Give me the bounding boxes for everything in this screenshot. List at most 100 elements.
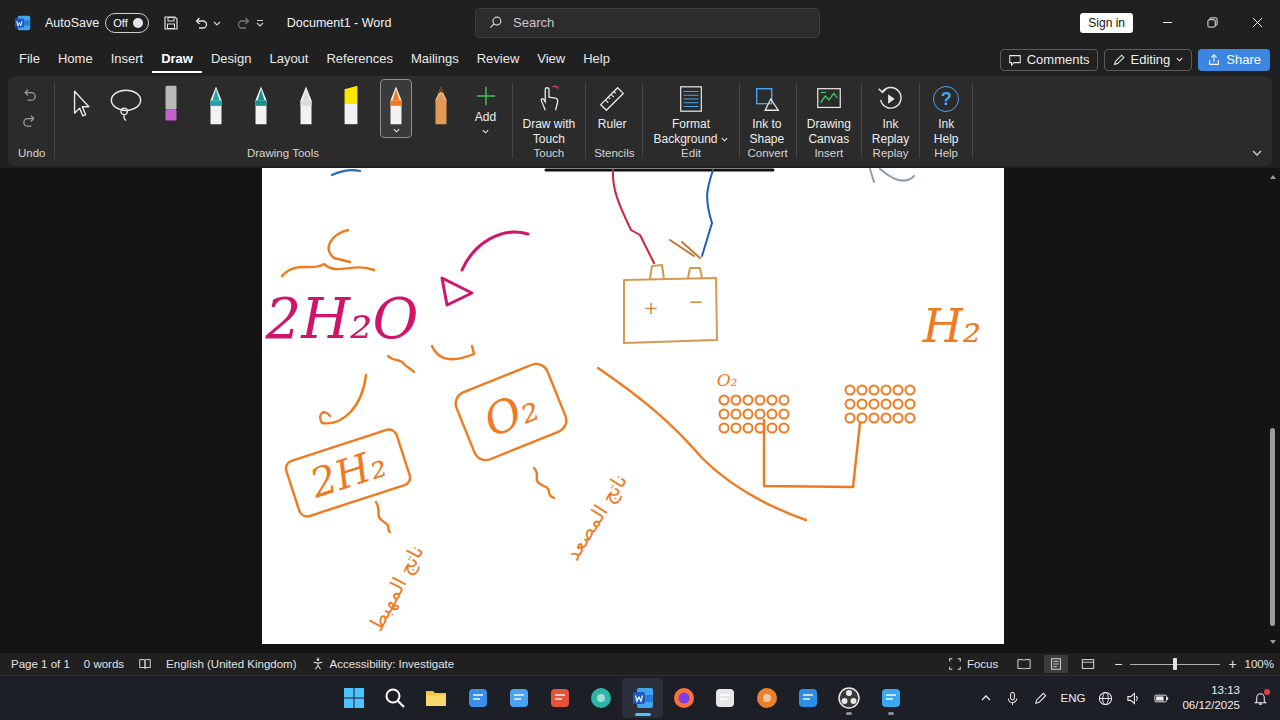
ink-stroke[interactable] <box>534 468 554 498</box>
search-field[interactable]: Search <box>475 8 820 38</box>
ribbon-tab[interactable]: Layout <box>260 47 317 73</box>
input-language[interactable]: ENG <box>1061 692 1086 704</box>
minimize-button[interactable] <box>1145 0 1190 45</box>
editing-mode-button[interactable]: Editing <box>1104 49 1193 71</box>
bubble-stroke[interactable] <box>881 400 890 409</box>
bubble-stroke[interactable] <box>857 386 866 395</box>
battery-stroke[interactable] <box>624 265 717 343</box>
drawing-tool[interactable] <box>239 79 284 143</box>
vertical-scrollbar[interactable] <box>1265 168 1280 653</box>
word-count[interactable]: 0 words <box>84 658 124 670</box>
bubble-stroke[interactable] <box>869 414 878 423</box>
h2-box-stroke[interactable] <box>283 427 411 518</box>
blue-wire-stroke[interactable] <box>702 170 713 256</box>
bubble-stroke[interactable] <box>857 400 866 409</box>
taskbar-app[interactable] <box>333 678 374 718</box>
language[interactable]: English (United Kingdom) <box>166 658 296 670</box>
speaker-icon[interactable] <box>1126 691 1141 706</box>
bubble-stroke[interactable] <box>881 386 890 395</box>
ink-stroke[interactable] <box>670 240 700 258</box>
ink-label[interactable]: O₂ <box>716 370 737 390</box>
arrow-stroke[interactable] <box>462 232 528 270</box>
zoom-slider[interactable] <box>1130 657 1220 671</box>
bubble-stroke[interactable] <box>905 386 914 395</box>
add-pen-button[interactable]: Add <box>464 79 508 136</box>
bubble-stroke[interactable] <box>767 410 776 419</box>
bubble-stroke[interactable] <box>719 396 728 405</box>
ink-label[interactable]: ناتج المصعد <box>560 469 632 564</box>
arrowhead-stroke[interactable] <box>442 278 472 305</box>
bubble-stroke[interactable] <box>755 410 764 419</box>
bubble-stroke[interactable] <box>731 410 740 419</box>
autosave-toggle[interactable]: Off <box>105 13 148 33</box>
bubble-stroke[interactable] <box>779 396 788 405</box>
ribbon-button[interactable]: Ruler <box>590 79 634 132</box>
ribbon-tab[interactable]: Insert <box>102 47 153 73</box>
zoom-out-button[interactable]: − <box>1114 656 1122 672</box>
bubble-stroke[interactable] <box>719 410 728 419</box>
taskbar-app[interactable] <box>705 678 746 718</box>
redo-button[interactable] <box>18 109 40 131</box>
taskbar-app[interactable] <box>416 678 457 718</box>
bubble-stroke[interactable] <box>767 424 776 433</box>
electrode-stroke[interactable] <box>764 420 860 487</box>
ribbon-tab[interactable]: Review <box>468 47 529 73</box>
o2-box-stroke[interactable] <box>452 360 570 463</box>
beaker-stroke[interactable] <box>598 368 806 520</box>
taskbar-app[interactable] <box>829 678 870 718</box>
bubble-stroke[interactable] <box>731 396 740 405</box>
customize-toolbar-icon[interactable] <box>255 18 265 28</box>
bubble-stroke[interactable] <box>869 386 878 395</box>
view-button[interactable] <box>1076 655 1100 673</box>
bubble-stroke[interactable] <box>893 400 902 409</box>
battery-icon[interactable] <box>1154 691 1169 706</box>
drawing-tool[interactable] <box>104 79 149 143</box>
ribbon-button[interactable]: Draw withTouch <box>517 79 582 147</box>
drawing-tool[interactable] <box>284 79 329 143</box>
ribbon-tab[interactable]: References <box>317 47 401 73</box>
ink-stroke[interactable] <box>376 502 390 532</box>
ink-stroke[interactable] <box>388 356 414 372</box>
drawing-tool[interactable] <box>59 79 104 143</box>
ink-stroke[interactable] <box>546 169 773 172</box>
ink-label[interactable]: 2H₂ <box>303 439 391 507</box>
scroll-thumb[interactable] <box>1270 428 1275 626</box>
focus-button[interactable]: Focus <box>948 657 998 671</box>
taskbar-app[interactable] <box>539 678 580 718</box>
accessibility-status[interactable]: Accessibility: Investigate <box>311 657 455 671</box>
pen-menu-icon[interactable] <box>1033 691 1048 706</box>
drawing-tool[interactable] <box>374 79 419 143</box>
taskbar-app[interactable] <box>787 678 828 718</box>
bubble-stroke[interactable] <box>743 424 752 433</box>
drawing-tool[interactable] <box>194 79 239 143</box>
bubble-stroke[interactable] <box>893 386 902 395</box>
bubble-stroke[interactable] <box>743 396 752 405</box>
drawing-tool[interactable] <box>149 79 194 143</box>
network-globe-icon[interactable] <box>1098 691 1113 706</box>
taskbar-app[interactable] <box>581 678 622 718</box>
ribbon-button[interactable]: FormatBackground <box>647 79 734 147</box>
view-button[interactable] <box>1044 655 1068 673</box>
collapse-ribbon-button[interactable] <box>1248 144 1266 162</box>
restore-button[interactable] <box>1190 0 1235 45</box>
bubble-stroke[interactable] <box>743 410 752 419</box>
bubble-stroke[interactable] <box>731 424 740 433</box>
taskbar-app[interactable] <box>457 678 498 718</box>
scroll-down-icon[interactable] <box>1268 637 1278 647</box>
drawing-tool[interactable] <box>329 79 374 143</box>
proofing-book-icon[interactable] <box>138 657 152 671</box>
chevron-up-icon[interactable] <box>980 692 992 704</box>
bubble-stroke[interactable] <box>869 400 878 409</box>
bubble-stroke[interactable] <box>845 386 854 395</box>
close-button[interactable] <box>1235 0 1280 45</box>
ribbon-tab[interactable]: Design <box>202 47 260 73</box>
ribbon-button[interactable]: Ink toShape <box>744 79 791 147</box>
ink-stroke[interactable] <box>282 264 374 276</box>
zoom-slider-thumb[interactable] <box>1173 658 1177 670</box>
taskbar-app[interactable] <box>746 678 787 718</box>
bubble-stroke[interactable] <box>779 410 788 419</box>
ribbon-button[interactable]: ?InkHelp <box>924 79 968 147</box>
ink-label[interactable]: H₂ <box>921 299 981 353</box>
ribbon-tab[interactable]: View <box>528 47 574 73</box>
bubble-stroke[interactable] <box>755 424 764 433</box>
